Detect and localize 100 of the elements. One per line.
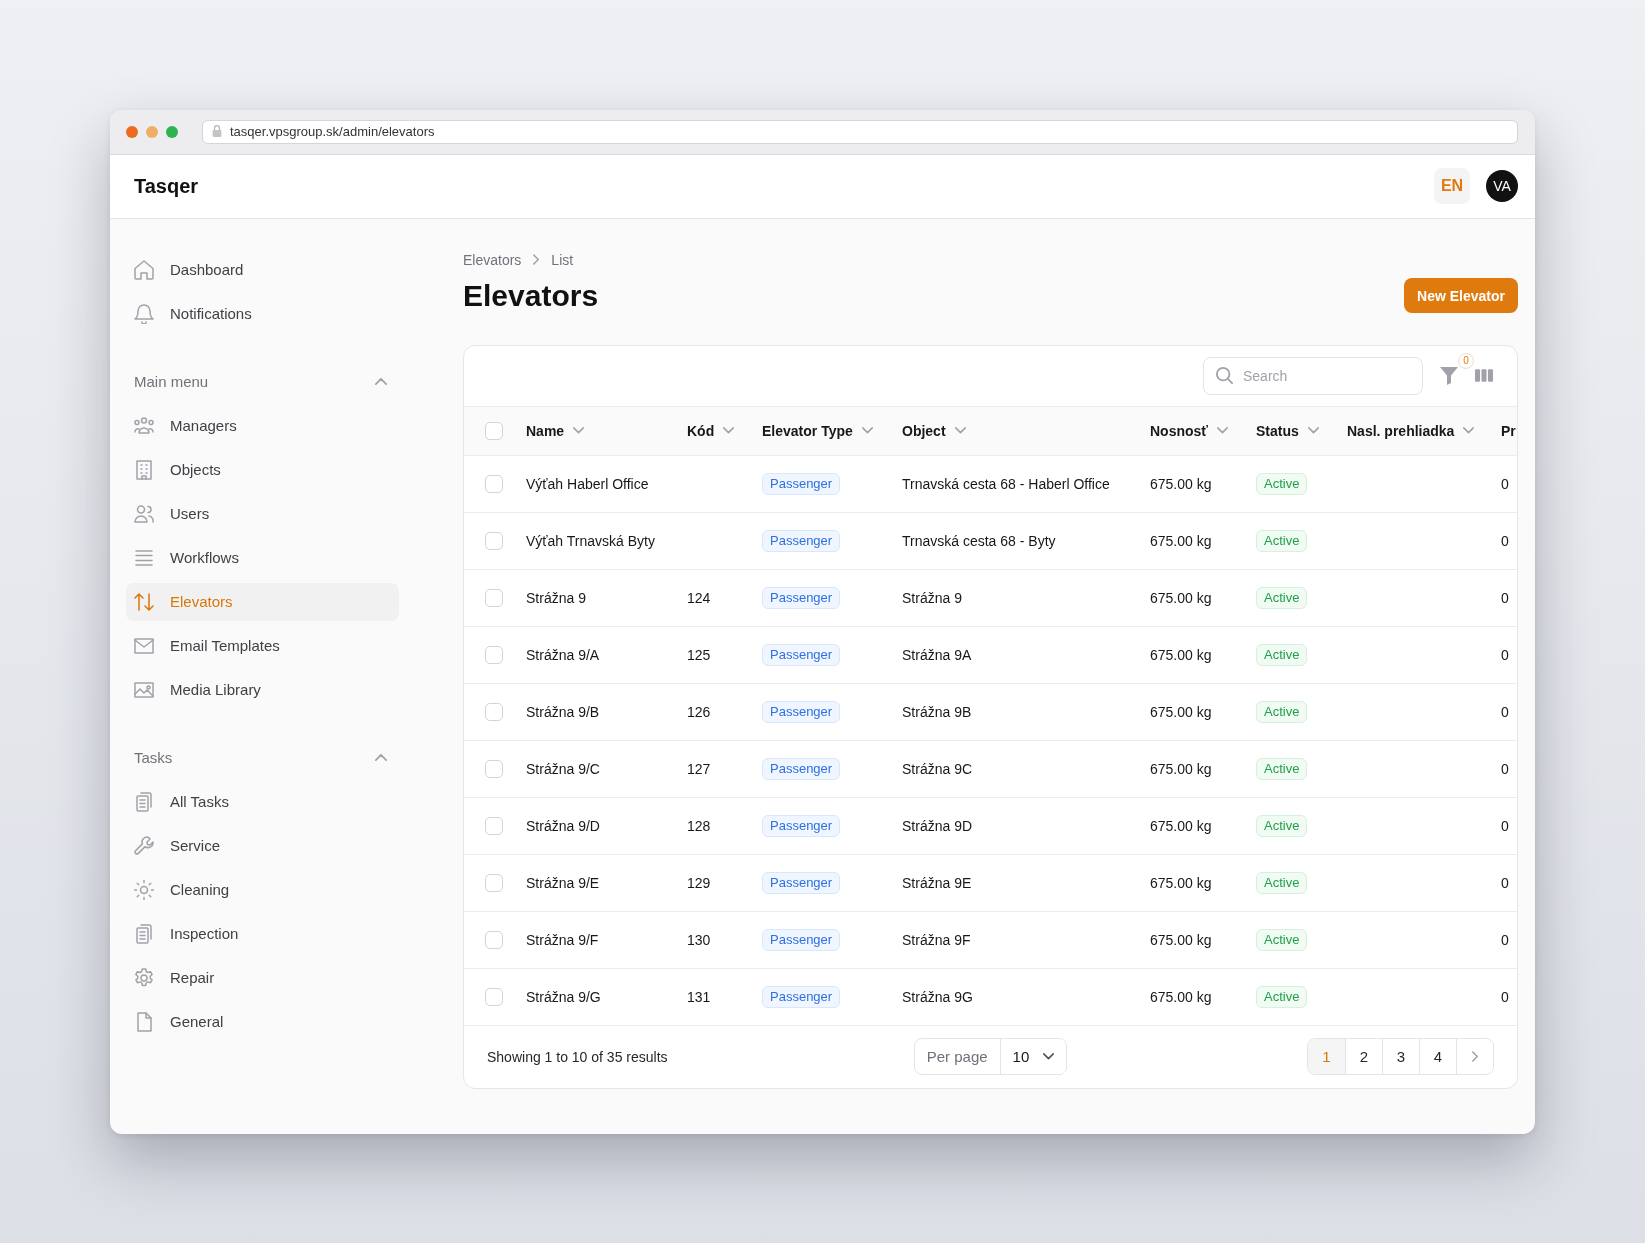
table-cell: Strážna 9B (902, 703, 972, 720)
table-cell: Strážna 9/F (526, 931, 599, 948)
status-badge: Active (1256, 928, 1308, 951)
row-checkbox[interactable] (485, 759, 503, 778)
search-icon (1216, 367, 1233, 384)
type-badge: Passenger (762, 985, 841, 1008)
row-checkbox[interactable] (485, 816, 503, 835)
column-header[interactable]: Pr (1501, 422, 1516, 439)
select-all-checkbox[interactable] (485, 421, 503, 440)
table-cell: Trnavská cesta 68 - Byty (902, 532, 1056, 549)
sidebar-item[interactable]: Service (126, 826, 399, 865)
table-cell: 0 (1501, 931, 1509, 948)
per-page-label: Per page (914, 1039, 1001, 1074)
row-checkbox[interactable] (485, 474, 503, 493)
breadcrumb-link[interactable]: Elevators (463, 251, 522, 268)
sidebar-item[interactable]: Repair (126, 958, 399, 997)
type-badge: Passenger (762, 586, 841, 609)
table-cell: Strážna 9G (902, 988, 973, 1005)
sun-icon (134, 879, 154, 900)
brand-name: Tasqer (134, 174, 199, 198)
status-badge: Active (1256, 472, 1308, 495)
document-icon (134, 1011, 154, 1032)
table-cell: 0 (1501, 988, 1509, 1005)
search-field[interactable]: Search (1203, 356, 1423, 395)
table-cell: Strážna 9E (902, 874, 972, 891)
column-header[interactable]: Kód (687, 422, 735, 439)
type-badge: Passenger (762, 529, 841, 552)
row-checkbox[interactable] (485, 531, 503, 550)
type-badge: Passenger (762, 472, 841, 495)
row-checkbox[interactable] (485, 930, 503, 949)
sidebar-item[interactable]: Media Library (126, 670, 399, 709)
sidebar-item[interactable]: Workflows (126, 538, 399, 577)
user-avatar[interactable]: VA (1486, 170, 1518, 202)
table-cell: Strážna 9C (902, 760, 973, 777)
column-header[interactable]: Status (1256, 422, 1319, 439)
house-icon (134, 259, 154, 280)
sidebar-section-toggle[interactable]: Tasks (126, 747, 399, 768)
column-header[interactable]: Nosnosť (1150, 422, 1229, 439)
table-cell: 125 (687, 646, 711, 663)
two-people-icon (134, 503, 154, 524)
type-badge: Passenger (762, 871, 841, 894)
table-cell: Strážna 9/E (526, 874, 600, 891)
chevron-right-icon (533, 254, 540, 265)
envelope-icon (134, 635, 154, 656)
table-cell: 0 (1501, 646, 1509, 663)
table-cell: 675.00 kg (1150, 988, 1212, 1005)
table-cell: 0 (1501, 589, 1509, 606)
sidebar-item[interactable]: Managers (126, 406, 399, 445)
table-cell: Výťah Haberl Office (526, 475, 649, 492)
filter-count-badge: 0 (1458, 352, 1474, 369)
page-title: Elevators (463, 277, 599, 314)
table-cell: Strážna 9/B (526, 703, 600, 720)
lock-icon (212, 125, 222, 138)
table-cell: 0 (1501, 817, 1509, 834)
status-badge: Active (1256, 529, 1308, 552)
sidebar-item[interactable]: Users (126, 494, 399, 533)
column-header[interactable]: Object (902, 422, 966, 439)
columns-button[interactable] (1475, 369, 1493, 382)
table-cell: 0 (1501, 760, 1509, 777)
sidebar-item[interactable]: All Tasks (126, 782, 399, 821)
table-cell: 675.00 kg (1150, 646, 1212, 663)
sidebar-item[interactable]: Objects (126, 450, 399, 489)
row-checkbox[interactable] (485, 645, 503, 664)
building-icon (134, 459, 154, 480)
sidebar-item[interactable]: Notifications (126, 294, 399, 333)
people-icon (134, 415, 154, 436)
sidebar-item[interactable]: General (126, 1002, 399, 1041)
column-header[interactable]: Elevator Type (762, 422, 873, 439)
image-icon (134, 679, 154, 700)
table-cell: Trnavská cesta 68 - Haberl Office (902, 475, 1110, 492)
sidebar-section-toggle[interactable]: Main menu (126, 371, 399, 392)
column-header[interactable]: Name (526, 422, 585, 439)
window-close-icon[interactable] (126, 125, 138, 138)
status-badge: Active (1256, 757, 1308, 780)
column-header[interactable]: Nasl. prehliadka (1347, 422, 1475, 439)
row-checkbox[interactable] (485, 873, 503, 892)
sidebar-item[interactable]: Cleaning (126, 870, 399, 909)
window-zoom-icon[interactable] (166, 125, 178, 138)
address-bar[interactable]: tasqer.vpsgroup.sk/admin/elevators (202, 119, 1518, 144)
table-cell: 675.00 kg (1150, 475, 1212, 492)
table-cell: 675.00 kg (1150, 760, 1212, 777)
filter-button[interactable] (1440, 366, 1458, 385)
next-page-button[interactable] (1456, 1039, 1493, 1074)
table-cell: 126 (687, 703, 711, 720)
table-cell: 0 (1501, 874, 1509, 891)
sidebar-item[interactable]: Email Templates (126, 626, 399, 665)
table-cell: 131 (687, 988, 711, 1005)
row-checkbox[interactable] (485, 588, 503, 607)
table-cell: Strážna 9/A (526, 646, 600, 663)
table-cell: 128 (687, 817, 711, 834)
status-badge: Active (1256, 985, 1308, 1008)
table-cell: Strážna 9 (526, 589, 586, 606)
table-cell: 129 (687, 874, 711, 891)
clipboard-icon (134, 791, 154, 812)
sidebar-item[interactable]: Inspection (126, 914, 399, 953)
row-checkbox[interactable] (485, 702, 503, 721)
sidebar-item[interactable]: Dashboard (126, 250, 399, 289)
row-checkbox[interactable] (485, 987, 503, 1006)
status-badge: Active (1256, 871, 1308, 894)
window-minimize-icon[interactable] (146, 125, 158, 138)
